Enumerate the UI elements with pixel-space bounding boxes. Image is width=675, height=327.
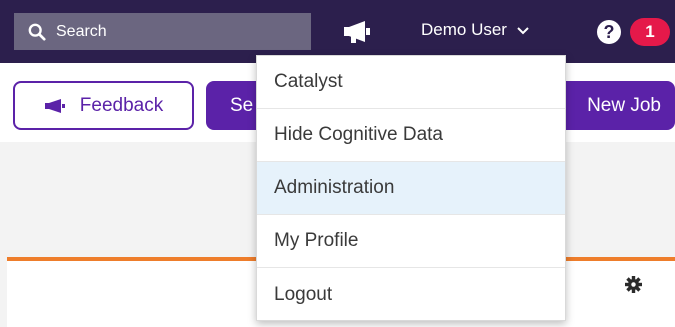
notification-badge[interactable]: 1 (630, 18, 670, 46)
top-navigation-bar: Search Demo User ? 1 (0, 0, 675, 63)
partial-button-label: Se (230, 94, 254, 116)
feedback-button[interactable]: Feedback (13, 81, 194, 130)
menu-item-logout[interactable]: Logout (257, 268, 565, 321)
user-dropdown-menu: Catalyst Hide Cognitive Data Administrat… (256, 55, 566, 321)
megaphone-icon[interactable] (343, 19, 371, 45)
new-job-label: New Job (587, 94, 661, 116)
user-name: Demo User (421, 20, 507, 39)
feedback-label: Feedback (79, 94, 164, 116)
megaphone-icon (44, 98, 65, 113)
menu-item-catalyst[interactable]: Catalyst (257, 56, 565, 109)
search-input[interactable]: Search (14, 13, 311, 50)
menu-item-administration[interactable]: Administration (257, 162, 565, 215)
menu-item-my-profile[interactable]: My Profile (257, 215, 565, 268)
search-placeholder: Search (56, 22, 107, 40)
menu-item-hide-cognitive-data[interactable]: Hide Cognitive Data (257, 109, 565, 162)
user-menu-toggle[interactable]: Demo User (421, 20, 530, 40)
search-icon (28, 23, 46, 41)
help-icon[interactable]: ? (597, 20, 621, 44)
chevron-down-icon (517, 27, 529, 35)
gear-icon[interactable] (625, 276, 642, 293)
